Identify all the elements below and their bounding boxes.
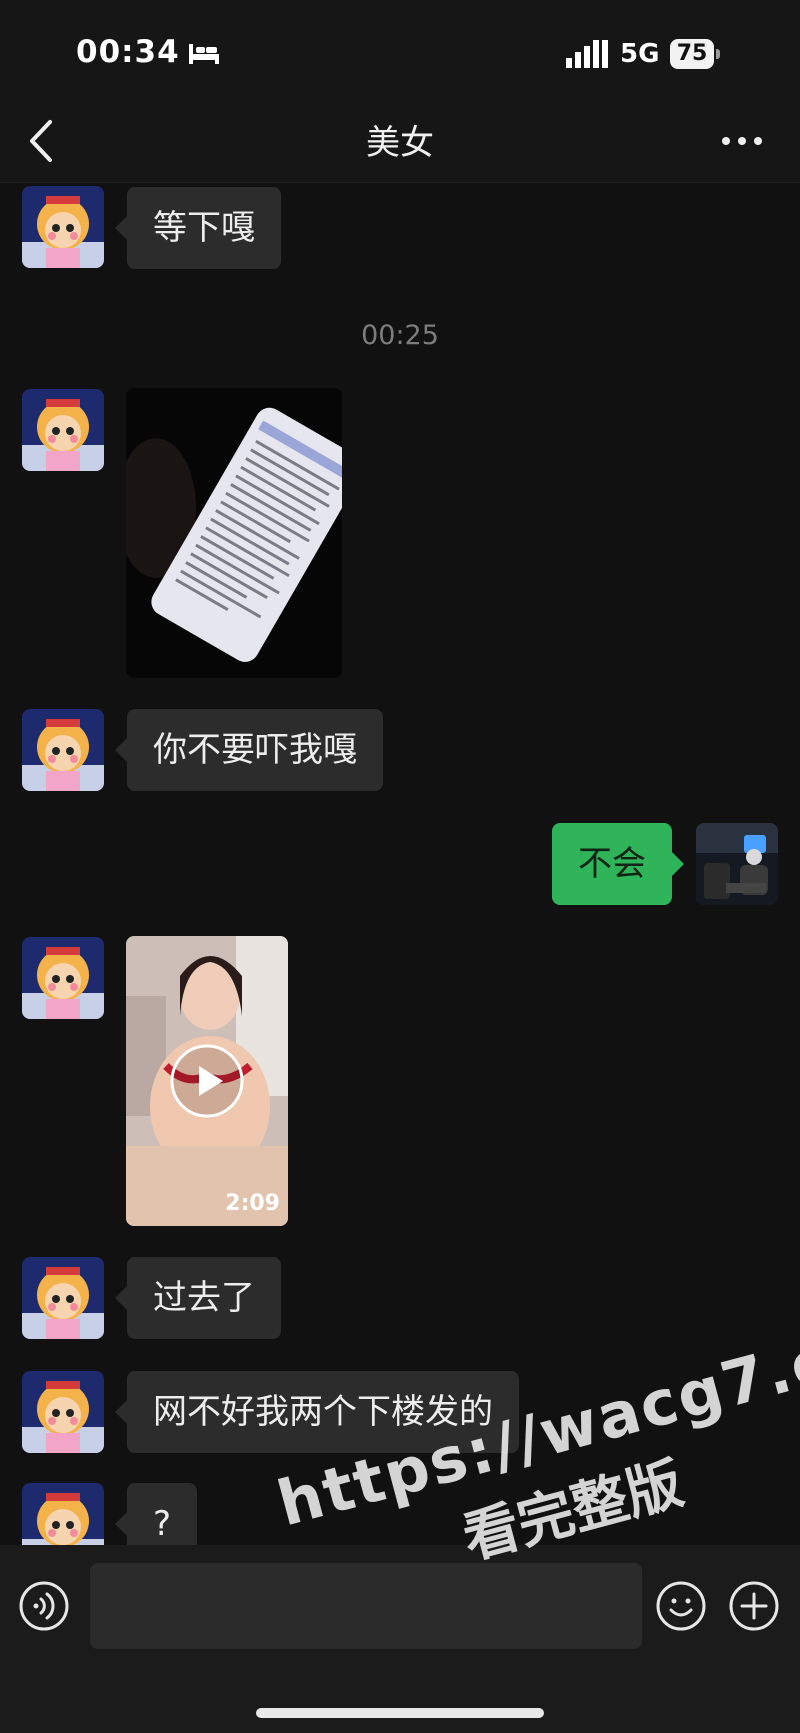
- contact-avatar[interactable]: [22, 1371, 104, 1453]
- message-input[interactable]: [90, 1563, 642, 1649]
- contact-avatar[interactable]: [22, 1483, 104, 1545]
- emoji-icon[interactable]: [655, 1580, 707, 1632]
- message-bubble[interactable]: 你不要吓我嘎: [115, 709, 383, 791]
- contact-avatar[interactable]: [22, 709, 104, 791]
- message-timestamp: 00:25: [361, 320, 439, 351]
- message-bubble[interactable]: 等下嘎: [115, 187, 281, 269]
- status-bar: 00:34 5G 75: [0, 0, 800, 100]
- battery-level: 75: [670, 39, 714, 69]
- play-icon[interactable]: [169, 1043, 245, 1119]
- message-bubble[interactable]: 过去了: [115, 1257, 281, 1339]
- message-bubble[interactable]: ?: [114, 1483, 198, 1545]
- voice-input-icon[interactable]: [18, 1580, 70, 1632]
- contact-avatar[interactable]: [22, 186, 104, 268]
- signal-icon: [566, 40, 608, 68]
- contact-avatar[interactable]: [22, 1257, 104, 1339]
- chat-title: 美女: [366, 123, 434, 163]
- phone-photo-thumbnail: [126, 388, 342, 678]
- contact-avatar[interactable]: [22, 389, 104, 471]
- home-indicator[interactable]: [256, 1708, 544, 1718]
- my-avatar[interactable]: [696, 823, 778, 905]
- sleep-focus-icon: [189, 44, 219, 64]
- more-functions-icon[interactable]: [728, 1580, 780, 1632]
- status-time: 00:34: [76, 34, 180, 70]
- more-options-icon[interactable]: [720, 128, 764, 154]
- image-message[interactable]: [126, 388, 342, 678]
- network-type: 5G: [620, 39, 660, 69]
- battery-icon: 75: [670, 39, 720, 69]
- message-bubble[interactable]: 网不好我两个下楼发的: [115, 1371, 519, 1453]
- chat-history[interactable]: 等下嘎 00:25 你不要吓我嘎 不会 2:09 过去了 网不好我两个下楼发的 …: [0, 183, 800, 1545]
- message-bubble-sent[interactable]: 不会: [552, 823, 684, 905]
- contact-avatar[interactable]: [22, 937, 104, 1019]
- input-bar: [0, 1545, 800, 1733]
- video-message[interactable]: 2:09: [126, 936, 288, 1226]
- video-duration: 2:09: [225, 1191, 280, 1216]
